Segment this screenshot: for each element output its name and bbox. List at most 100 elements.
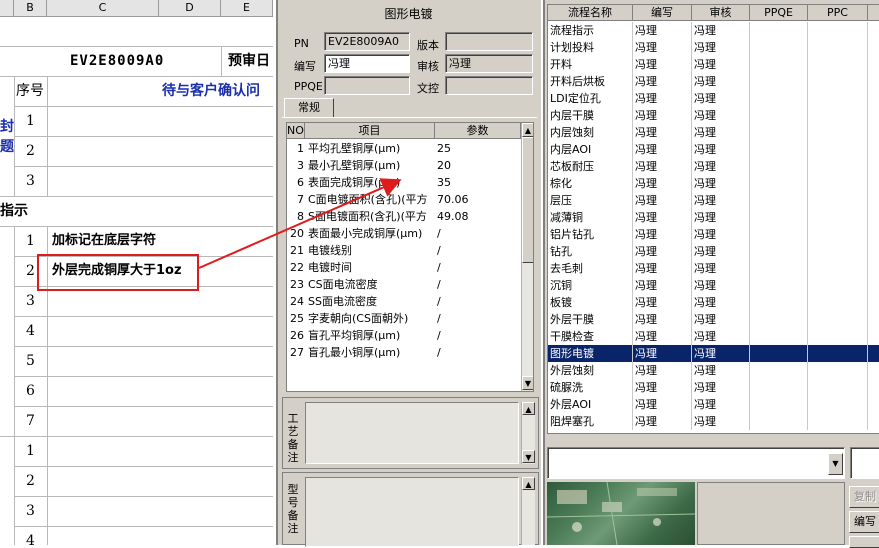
grid-header-item[interactable]: 项目 [305, 123, 435, 139]
parameter-row-value[interactable]: 70.06 [437, 191, 521, 208]
process-flow-row[interactable]: 层压 冯理 冯理 [548, 192, 879, 209]
flow-header-ppqe[interactable]: PPQE [750, 5, 808, 21]
edit-field[interactable]: 冯理 [324, 54, 410, 73]
flow-header-review[interactable]: 审核 [692, 5, 750, 21]
note-combo[interactable]: ▼ [547, 447, 845, 479]
parameter-row[interactable]: 3 最小孔壁铜厚(μm) 20 [287, 157, 521, 174]
scroll-down-icon[interactable]: ▼ [522, 376, 533, 390]
row-number[interactable]: 1 [14, 106, 47, 136]
column-header-d[interactable]: D [159, 0, 221, 17]
parameter-row[interactable]: 6 表面完成铜厚(μm) 35 [287, 174, 521, 191]
row-number[interactable]: 1 [14, 436, 47, 466]
column-header-c[interactable]: C [47, 0, 159, 17]
process-memo-input[interactable] [305, 402, 519, 464]
column-header-b[interactable]: B [14, 0, 47, 17]
process-flow-row[interactable]: 板镀 冯理 冯理 [548, 294, 879, 311]
process-flow-row[interactable]: 流程指示 冯理 冯理 [548, 22, 879, 39]
spreadsheet-view[interactable]: B C D E EV2E8009A0 预审日 序号 待与客户确认问 封 题 1 … [0, 0, 273, 545]
process-flow-row[interactable]: 内层蚀刻 冯理 冯理 [548, 124, 879, 141]
document-code-cell[interactable]: EV2E8009A0 [70, 46, 164, 76]
process-flow-row[interactable]: 外层干膜 冯理 冯理 [548, 311, 879, 328]
row-number[interactable]: 7 [14, 406, 47, 436]
row-number[interactable]: 2 [14, 466, 47, 496]
model-memo-input[interactable] [305, 477, 519, 547]
row-number[interactable]: 4 [14, 316, 47, 346]
pn-field[interactable]: EV2E8009A0 [324, 32, 410, 51]
parameter-row[interactable]: 1 平均孔壁铜厚(μm) 25 [287, 140, 521, 157]
scroll-thumb[interactable] [522, 137, 533, 263]
grid-header-no[interactable]: NO [287, 123, 305, 139]
parameter-row-value[interactable]: / [437, 344, 521, 361]
process-flow-row[interactable]: 外层AOI 冯理 冯理 [548, 396, 879, 413]
process-flow-row[interactable]: 铝片钻孔 冯理 冯理 [548, 226, 879, 243]
parameter-row-value[interactable]: / [437, 327, 521, 344]
parameter-row-value[interactable]: 25 [437, 140, 521, 157]
row-number[interactable]: 6 [14, 376, 47, 406]
flow-header-ppc[interactable]: PPC [808, 5, 868, 21]
parameter-row-value[interactable]: / [437, 276, 521, 293]
parameter-row[interactable]: 7 C面电镀面积(含孔)(平方 70.06 [287, 191, 521, 208]
process-flow-row[interactable]: 硫脲洗 冯理 冯理 [548, 379, 879, 396]
parameter-row[interactable]: 25 字麦朝向(CS面朝外) / [287, 310, 521, 327]
parameter-row[interactable]: 22 电镀时间 / [287, 259, 521, 276]
review-field[interactable]: 冯理 [445, 54, 533, 73]
parameter-row[interactable]: 8 S面电镀面积(含孔)(平方 49.08 [287, 208, 521, 225]
process-flow-row[interactable]: 开料 冯理 冯理 [548, 56, 879, 73]
process-flow-row[interactable]: 沉铜 冯理 冯理 [548, 277, 879, 294]
secondary-combo[interactable] [850, 447, 879, 479]
scroll-up-icon[interactable]: ▲ [522, 477, 535, 490]
parameter-row-value[interactable]: 49.08 [437, 208, 521, 225]
edit-button[interactable]: 编写 [849, 511, 879, 533]
process-flow-row[interactable]: 图形电镀 冯理 冯理 [548, 345, 879, 362]
process-flow-row[interactable]: 内层干膜 冯理 冯理 [548, 107, 879, 124]
flow-header-name[interactable]: 流程名称 [548, 5, 633, 21]
parameter-row-value[interactable]: / [437, 242, 521, 259]
process-flow-row[interactable]: LDI定位孔 冯理 冯理 [548, 90, 879, 107]
parameter-row-value[interactable]: 20 [437, 157, 521, 174]
parameter-grid[interactable]: NO 项目 参数 1 平均孔壁铜厚(μm) 25 3 最小孔壁铜厚(μm) 20 6 表面完成… [286, 122, 534, 392]
parameter-row-value[interactable]: / [437, 259, 521, 276]
row-number[interactable]: 2 [14, 136, 47, 166]
section-header-cell[interactable]: 指示 [0, 196, 28, 226]
parameter-row[interactable]: 21 电镀线别 / [287, 242, 521, 259]
row-number[interactable]: 1 [14, 226, 47, 256]
process-flow-row[interactable]: 内层AOI 冯理 冯理 [548, 141, 879, 158]
row-number[interactable]: 3 [14, 496, 47, 526]
process-flow-row[interactable]: 外层蚀刻 冯理 冯理 [548, 362, 879, 379]
row-header-corner[interactable] [0, 0, 14, 17]
process-flow-row[interactable]: 去毛刺 冯理 冯理 [548, 260, 879, 277]
model-memo-scrollbar[interactable]: ▲ [521, 477, 535, 545]
process-flow-row[interactable]: 开料后烘板 冯理 冯理 [548, 73, 879, 90]
process-flow-grid[interactable]: 流程名称 编写 审核 PPQE PPC 流程指示 冯理 冯理 计划投料 冯理 冯理 开料 冯理… [547, 4, 879, 434]
parameter-row-value[interactable]: 35 [437, 174, 521, 191]
version-field[interactable] [445, 32, 533, 51]
process-flow-row[interactable]: 钻孔 冯理 冯理 [548, 243, 879, 260]
process-flow-row[interactable]: 棕化 冯理 冯理 [548, 175, 879, 192]
pending-confirm-header-cell[interactable]: 待与客户确认问 [162, 76, 260, 106]
row-number[interactable]: 4 [14, 526, 47, 545]
ppqe-field[interactable] [324, 76, 410, 95]
process-flow-row[interactable]: 芯板耐压 冯理 冯理 [548, 158, 879, 175]
scroll-down-icon[interactable]: ▼ [522, 450, 535, 463]
chevron-down-icon[interactable]: ▼ [828, 453, 843, 475]
process-flow-row[interactable]: 计划投料 冯理 冯理 [548, 39, 879, 56]
process-flow-row[interactable]: 减薄铜 冯理 冯理 [548, 209, 879, 226]
copy-button[interactable]: 复制 [849, 486, 879, 508]
third-button[interactable] [849, 536, 879, 548]
parameter-row[interactable]: 23 CS面电流密度 / [287, 276, 521, 293]
row-number[interactable]: 3 [14, 166, 47, 196]
doc-control-field[interactable] [445, 76, 533, 95]
grid-scrollbar[interactable]: ▲ ▼ [521, 123, 533, 391]
row-number[interactable]: 5 [14, 346, 47, 376]
flow-header-edit[interactable]: 编写 [633, 5, 692, 21]
process-flow-row[interactable]: 干膜检查 冯理 冯理 [548, 328, 879, 345]
parameter-row-value[interactable]: / [437, 293, 521, 310]
process-memo-scrollbar[interactable]: ▲ ▼ [521, 402, 535, 464]
sequence-header-cell[interactable]: 序号 [16, 76, 44, 106]
flow-header-extra[interactable] [868, 5, 879, 21]
process-flow-row[interactable]: 阻焊塞孔 冯理 冯理 [548, 413, 879, 430]
approval-header-cell[interactable]: 预审日 [228, 46, 270, 76]
parameter-row-value[interactable]: / [437, 225, 521, 242]
column-header-e[interactable]: E [221, 0, 273, 17]
parameter-row[interactable]: 20 表面最小完成铜厚(μm) / [287, 225, 521, 242]
